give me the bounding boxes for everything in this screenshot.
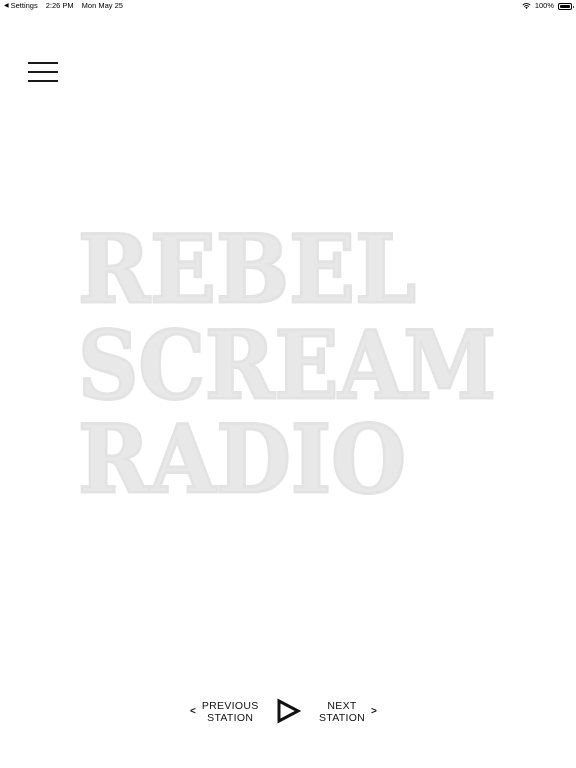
status-bar: ◀ Settings 2:26 PM Mon May 25 100% [0, 0, 576, 12]
previous-station-button[interactable]: < PREVIOUS STATION [190, 698, 259, 726]
next-station-label: NEXT STATION [319, 700, 365, 724]
chevron-right-icon: > [371, 706, 377, 717]
wifi-icon [522, 3, 531, 9]
previous-label-line2: STATION [207, 712, 254, 724]
chevron-left-icon: < [190, 706, 196, 717]
previous-station-label: PREVIOUS STATION [202, 700, 259, 724]
previous-label-line1: PREVIOUS [201, 700, 259, 712]
next-label-line1: NEXT [327, 700, 357, 712]
status-right: 100% [522, 0, 574, 12]
rebel-scream-radio-logo: REBEL SCREAM RADIO [76, 210, 516, 517]
logo-graphic: REBEL SCREAM RADIO [77, 214, 498, 517]
play-button[interactable] [275, 698, 302, 724]
playback-controls: < PREVIOUS STATION NEXT STATION > [0, 692, 576, 732]
app-screen: ◀ Settings 2:26 PM Mon May 25 100% REBEL… [0, 0, 576, 768]
battery-percent: 100% [534, 1, 554, 10]
menu-line-middle [28, 71, 58, 73]
next-label-line2: STATION [319, 712, 366, 724]
hamburger-menu-icon[interactable] [28, 60, 58, 84]
logo-line-3: RADIO [78, 405, 406, 510]
back-app-label: Settings [10, 1, 38, 10]
status-time: 2:26 PM [45, 1, 74, 10]
back-to-app-link[interactable]: ◀ Settings [4, 0, 38, 12]
logo-line-1: REBEL [78, 215, 416, 325]
menu-line-top [28, 62, 58, 64]
status-left: ◀ Settings 2:26 PM Mon May 25 [4, 0, 123, 12]
back-arrow-icon: ◀ [4, 3, 9, 9]
battery-icon [558, 3, 574, 10]
menu-line-bottom [28, 80, 58, 82]
play-icon [277, 698, 302, 724]
status-date: Mon May 25 [81, 1, 123, 10]
next-station-button[interactable]: NEXT STATION > [319, 698, 377, 726]
